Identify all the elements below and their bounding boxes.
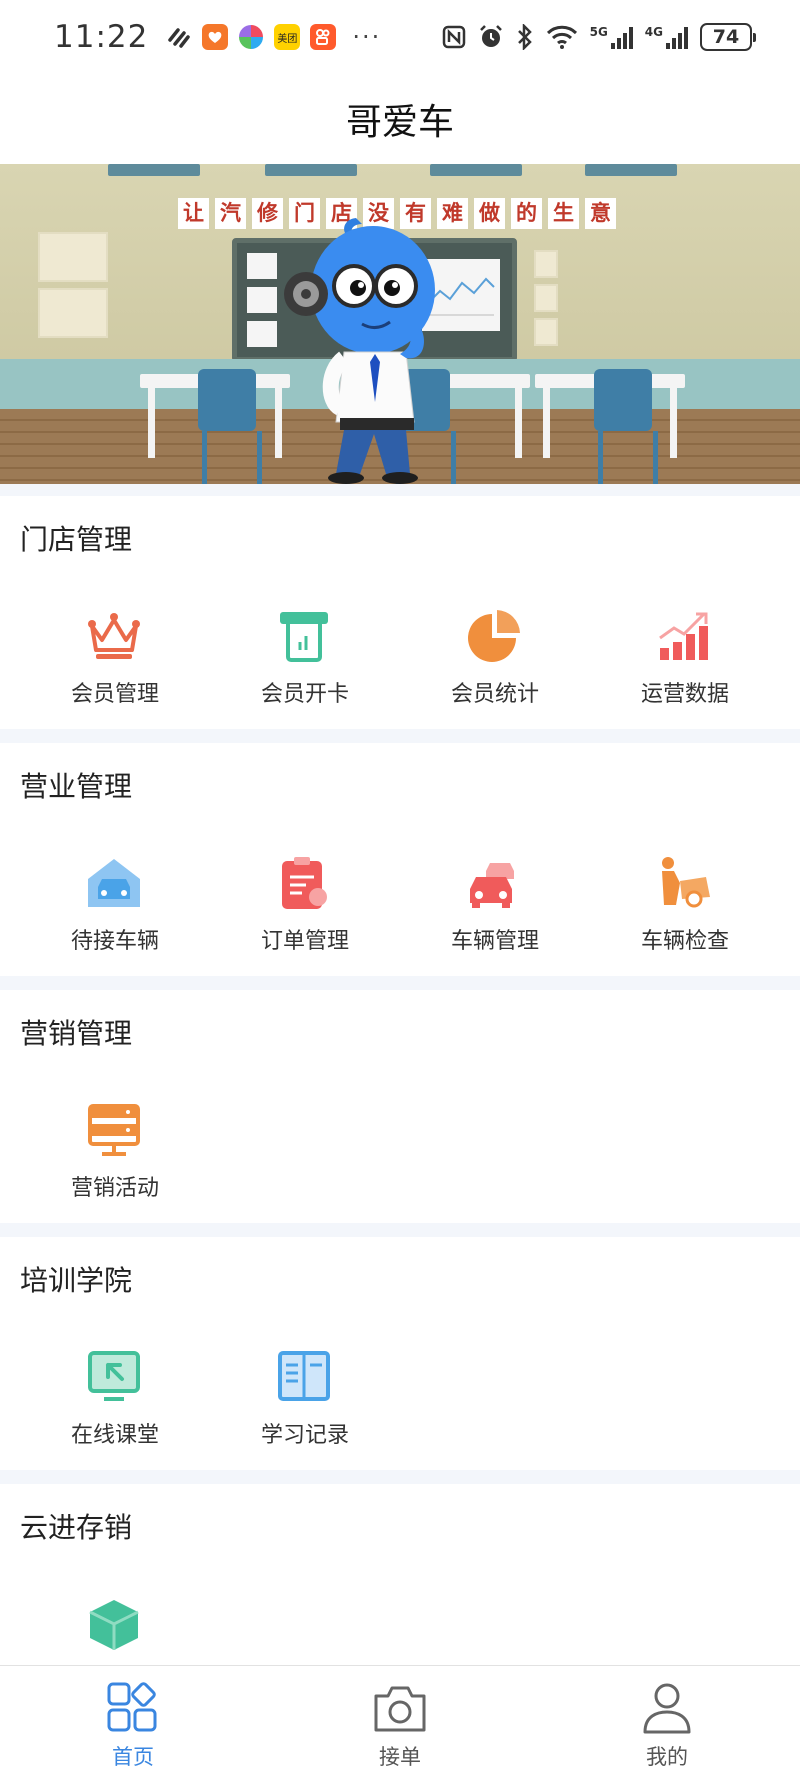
mechanic-icon [662,857,710,908]
section-business-management: 营业管理 待接车辆 订单管理 车辆管理 车辆检查 [0,743,800,976]
tab-accept-order[interactable]: 接单 [300,1666,500,1778]
cars-icon [470,863,514,908]
menu-item-vehicle-management[interactable]: 车辆管理 [400,853,590,963]
section-title: 培训学院 [20,1264,133,1297]
ceiling-lamp [108,164,200,176]
garage-car-icon [88,859,140,907]
section-store-management: 门店管理 会员管理 会员开卡 会员统计 运营数据 [0,496,800,729]
wall-window [534,250,558,278]
tab-label: 接单 [379,1745,421,1769]
system-icons: 5G 4G 74 [442,23,756,51]
section-title: 营业管理 [20,770,133,803]
home-grid-icon [107,1682,157,1732]
box-icon [89,1600,139,1650]
section-cloud-inventory: 云进存销 [0,1484,800,1665]
alarm-icon [479,25,502,47]
menu-label: 待接车辆 [70,929,159,954]
status-bar: 11:22 美团 ··· 5G 4G 74 [0,0,800,74]
notification-icons: 美团 ··· [166,23,381,51]
tab-label: 首页 [112,1745,154,1769]
camera-icon [374,1686,426,1732]
menu-label: 会员统计 [450,682,539,707]
menu-label: 车辆检查 [640,929,729,954]
section-title: 门店管理 [20,523,133,556]
kuaishou-app-icon [310,24,337,50]
menu-item-online-class[interactable]: 在线课堂 [20,1347,210,1457]
section-training-academy: 培训学院 在线课堂 学习记录 [0,1237,800,1470]
rising-bars-icon [659,612,708,660]
menu-label: 营销活动 [70,1176,159,1201]
nfc-icon [442,25,465,49]
wifi-icon [546,25,577,49]
battery-icon: 74 [700,23,756,51]
battery-level: 74 [712,26,740,48]
section-title: 云进存销 [20,1511,133,1544]
menu-item-marketing-activity[interactable]: 营销活动 [20,1100,210,1210]
mascot-illustration [284,218,435,484]
card-machine-icon [280,612,328,662]
wall-window [534,284,558,312]
taobao-app-icon [202,24,229,50]
clipboard-icon [282,857,327,909]
link-app-icon [168,28,191,48]
ceiling-lamp [430,164,522,176]
crown-icon [88,613,140,659]
menu-item-member-statistics[interactable]: 会员统计 [400,606,590,716]
menu-item-pending-vehicles[interactable]: 待接车辆 [20,853,210,963]
pie-chart-icon [468,610,520,662]
menu-item-study-record[interactable]: 学习记录 [210,1347,400,1457]
section-title: 营销管理 [20,1017,133,1050]
menu-label: 车辆管理 [450,929,539,954]
page-title: 哥爱车 [345,102,454,143]
wall-window [534,318,558,346]
menu-label: 会员开卡 [260,682,349,707]
tab-home[interactable]: 首页 [33,1666,233,1778]
menu-label: 在线课堂 [70,1423,159,1448]
menu-item-order-management[interactable]: 订单管理 [210,853,400,963]
menu-label: 学习记录 [260,1423,349,1448]
tab-label: 我的 [646,1745,688,1769]
ceiling-lamp [265,164,357,176]
chair [198,369,262,484]
user-icon [643,1683,691,1734]
online-class-icon [88,1351,140,1401]
menu-label: 会员管理 [70,682,159,707]
study-record-icon [278,1351,330,1401]
overflow-dots: ··· [352,23,382,51]
tab-mine[interactable]: 我的 [567,1666,767,1778]
bottom-tab-bar: 首页 接单 我的 [0,1665,800,1778]
monitor-panel-icon [88,1104,140,1156]
pinwheel-app-icon [239,25,264,49]
menu-label: 运营数据 [640,682,729,707]
menu-item-vehicle-inspection[interactable]: 车辆检查 [590,853,780,963]
wall-window [38,288,108,338]
ceiling-lamp [585,164,677,176]
signal-4g-icon: 4G [645,25,688,49]
menu-item-member-card-open[interactable]: 会员开卡 [210,606,400,716]
chair [594,369,658,484]
menu-item-member-management[interactable]: 会员管理 [20,606,210,716]
menu-item-operation-data[interactable]: 运营数据 [590,606,780,716]
wall-window [38,232,108,282]
status-time: 11:22 [54,19,149,55]
section-marketing-management: 营销管理 营销活动 [0,990,800,1223]
meituan-app-icon: 美团 [274,24,301,50]
promo-banner[interactable]: 让 汽 修 门 店 没 有 难 做 的 生 意 [0,164,800,484]
app-header: 哥爱车 [0,74,800,164]
bluetooth-icon [517,24,532,50]
signal-5g-icon: 5G [590,25,633,49]
menu-label: 订单管理 [260,929,349,954]
